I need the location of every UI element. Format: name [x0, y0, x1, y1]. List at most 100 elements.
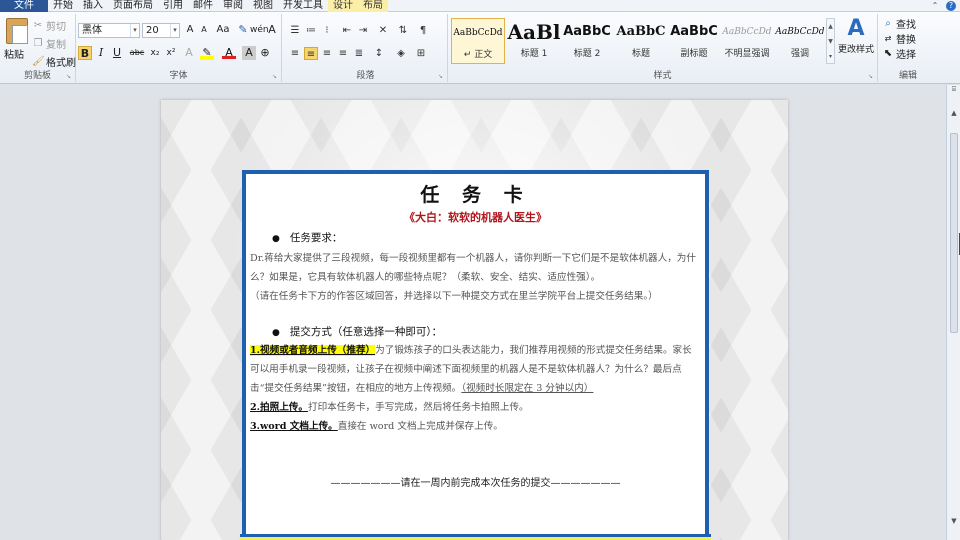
tab-mailings[interactable]: 邮件 [188, 0, 218, 12]
minimize-ribbon-icon[interactable]: ⌃ [930, 1, 940, 11]
shrink-font-button[interactable]: A [197, 23, 211, 37]
align-left-icon[interactable]: ≡ [288, 47, 302, 60]
highlight-color-icon[interactable]: ✎ [200, 46, 214, 60]
strikethrough-button[interactable]: abc [128, 46, 146, 60]
option-1-note: （视频时长限定在 3 分钟以内） [461, 383, 594, 394]
underline-button[interactable]: U [110, 46, 124, 60]
enclose-characters-icon[interactable]: ⊕ [258, 46, 272, 60]
superscript-button[interactable]: x² [164, 46, 178, 60]
text-effects-icon[interactable]: A [182, 46, 196, 60]
show-marks-icon[interactable]: ¶ [416, 24, 430, 37]
italic-button[interactable]: I [94, 46, 108, 60]
find-button[interactable]: ⌕ 查找 [882, 16, 916, 32]
submission-option-2: 2.拍照上传。打印本任务卡，手写完成，然后将任务卡拍照上传。 [250, 402, 529, 413]
tab-home[interactable]: 开始 [48, 0, 78, 12]
dialog-launcher-icon[interactable]: ↘ [868, 73, 875, 80]
document-page[interactable]: 任 务 卡 《大白：软软的机器人医生》 任务要求： Dr.蒋给大家提供了三段视频… [161, 100, 788, 540]
scroll-down-icon[interactable]: ▼ [949, 517, 959, 527]
tab-table-layout[interactable]: 布局 [358, 0, 388, 12]
tab-review[interactable]: 审阅 [218, 0, 248, 12]
font-group: 黑体 ▾ 20 ▾ A A Aa ✎ wén A B I U abc x₂ x² A… [76, 14, 282, 82]
character-border-icon[interactable]: A [265, 23, 279, 37]
page-subtitle: 《大白：软软的机器人医生》 [404, 211, 547, 224]
phonetic-guide-icon[interactable]: wén [250, 23, 269, 37]
tab-page-layout[interactable]: 页面布局 [108, 0, 158, 12]
styles-gallery-scroll[interactable]: ▲ ▼ ▾ [826, 18, 835, 64]
style-emphasis[interactable]: AaBbCcDd 强调 [773, 18, 827, 64]
cut-button[interactable]: ✂ 剪切 [32, 18, 66, 34]
change-case-button[interactable]: Aa [214, 23, 232, 37]
requirements-paragraph: Dr.蒋给大家提供了三段视频，每一段视频里都有一个机器人，请你判断一下它们是不是… [250, 253, 696, 302]
ruler-toggle-icon[interactable]: ⌸ [949, 85, 959, 95]
align-right-icon[interactable]: ≡ [320, 47, 334, 60]
distributed-icon[interactable]: ≣ [352, 47, 366, 60]
submission-heading: 提交方式（任意选择一种即可）： [272, 324, 442, 339]
submission-option-1: 1.视频或者音频上传（推荐）为了锻炼孩子的口头表达能力，我们推荐用视频的形式提交… [250, 345, 692, 394]
vertical-scrollbar[interactable]: ⌸ ▲ ▼ [946, 85, 960, 540]
paragraph-group: ☰ ≔ ⁝ ⇤ ⇥ ✕ ⇅ ¶ ≡ ≡ ≡ ≡ ≣ ↕ ◈ ⊞ 段落 ↘ [284, 14, 448, 82]
task-card: 任 务 卡 《大白：软软的机器人医生》 任务要求： Dr.蒋给大家提供了三段视频… [242, 170, 709, 540]
paste-button[interactable]: 粘贴 [4, 46, 24, 61]
help-icon[interactable]: ? [946, 0, 956, 11]
change-styles-button[interactable]: A 更改样式 [838, 16, 874, 55]
style-title[interactable]: AaBbC 标题 [614, 18, 668, 64]
answer-area-top [240, 534, 711, 540]
clipboard-group: 粘贴 ✂ 剪切 ❐ 复制 🖌 格式刷 剪贴板 ↘ [0, 14, 76, 82]
shading-icon[interactable]: ◈ [394, 47, 408, 60]
format-painter-icon: 🖌 [32, 55, 45, 67]
asian-layout-icon[interactable]: ✕ [376, 24, 390, 37]
sort-icon[interactable]: ⇅ [396, 24, 410, 37]
paragraph-group-label: 段落 [356, 71, 375, 81]
bullets-icon[interactable]: ☰ [288, 24, 302, 37]
word-window: 文件 开始 插入 页面布局 引用 邮件 审阅 视图 开发工具 设计 布局 ⌃ ?… [0, 0, 960, 540]
subscript-button[interactable]: x₂ [148, 46, 162, 60]
replace-button[interactable]: ⇄ 替换 [882, 31, 916, 47]
character-shading-icon[interactable]: A [242, 46, 256, 60]
option-3-label: 3.word 文档上传。 [250, 421, 338, 432]
cursor-icon: ⬉ [883, 47, 893, 59]
tab-developer[interactable]: 开发工具 [278, 0, 328, 12]
borders-icon[interactable]: ⊞ [414, 47, 428, 60]
tab-file[interactable]: 文件 [0, 0, 48, 12]
copy-button[interactable]: ❐ 复制 [32, 36, 66, 52]
style-subtle-emphasis[interactable]: AaBbCcDd 不明显强调 [720, 18, 774, 64]
editing-group: ⌕ 查找 ⇄ 替换 ⬉ 选择 编辑 [878, 14, 938, 82]
style-heading-1[interactable]: AaBl 标题 1 [507, 18, 561, 64]
scrollbar-thumb[interactable] [950, 133, 958, 333]
dialog-launcher-icon[interactable]: ↘ [438, 73, 445, 80]
clipboard-group-label: 剪贴板 [23, 71, 51, 81]
style-subtitle[interactable]: AaBbC 副标题 [667, 18, 721, 64]
paste-icon[interactable] [6, 18, 28, 44]
grow-font-button[interactable]: A [183, 23, 197, 37]
styles-group-label: 样式 [653, 71, 672, 81]
tab-table-design[interactable]: 设计 [328, 0, 358, 12]
style-normal[interactable]: AaBbCcDd ↵ 正文 [451, 18, 505, 64]
font-name-select[interactable]: 黑体 ▾ [78, 23, 140, 38]
bold-button[interactable]: B [78, 46, 92, 60]
font-size-select[interactable]: 20 ▾ [142, 23, 180, 38]
format-painter-button[interactable]: 🖌 格式刷 [32, 54, 76, 70]
line-spacing-icon[interactable]: ↕ [372, 47, 386, 60]
align-center-icon[interactable]: ≡ [304, 47, 318, 60]
window-controls: ⌃ ? [930, 0, 960, 11]
justify-icon[interactable]: ≡ [336, 47, 350, 60]
tab-insert[interactable]: 插入 [78, 0, 108, 12]
style-heading-2[interactable]: AaBbC 标题 2 [560, 18, 614, 64]
font-color-icon[interactable]: A [222, 46, 236, 59]
tab-view[interactable]: 视图 [248, 0, 278, 12]
clear-formatting-icon[interactable]: ✎ [236, 23, 250, 37]
select-button[interactable]: ⬉ 选择 [882, 46, 916, 62]
copy-icon: ❐ [33, 37, 43, 49]
ribbon: 粘贴 ✂ 剪切 ❐ 复制 🖌 格式刷 剪贴板 ↘ 黑体 ▾ 20 ▾ A A Aa [0, 12, 960, 84]
decrease-indent-icon[interactable]: ⇤ [340, 24, 354, 37]
numbering-icon[interactable]: ≔ [304, 24, 318, 37]
font-group-label: 字体 [169, 71, 188, 81]
scroll-up-icon[interactable]: ▲ [949, 109, 959, 119]
editing-group-label: 编辑 [898, 71, 917, 81]
dialog-launcher-icon[interactable]: ↘ [66, 73, 73, 80]
tab-references[interactable]: 引用 [158, 0, 188, 12]
change-styles-icon: A [847, 16, 865, 41]
multilevel-list-icon[interactable]: ⁝ [320, 24, 334, 37]
increase-indent-icon[interactable]: ⇥ [356, 24, 370, 37]
dialog-launcher-icon[interactable]: ↘ [272, 73, 279, 80]
